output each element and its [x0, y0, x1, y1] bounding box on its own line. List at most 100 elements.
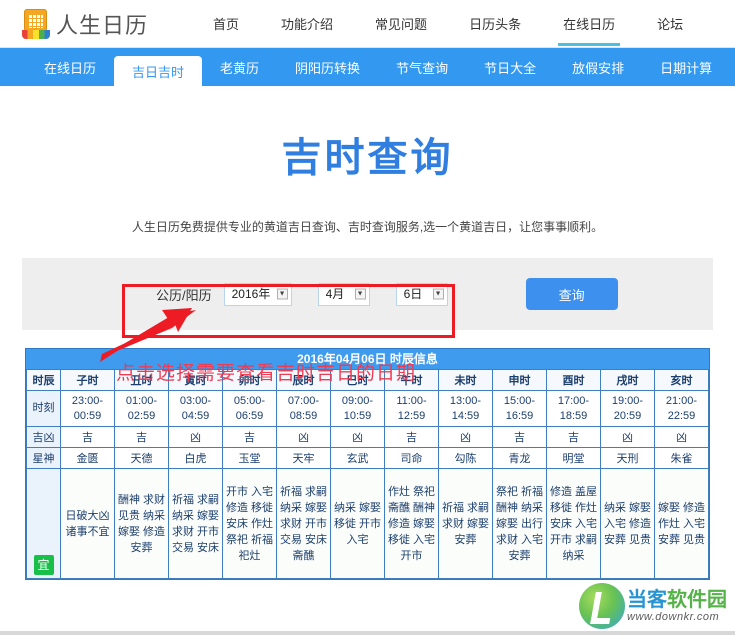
table-cell: 玄武	[330, 447, 385, 469]
table-cell: 吉	[546, 426, 601, 448]
year-select[interactable]: 2016年	[223, 282, 292, 306]
shike-end: 12:59	[397, 409, 426, 422]
table-cell: 09:00- 10:59	[330, 390, 385, 427]
table-cell: 天德	[114, 447, 169, 469]
day-select[interactable]: 6日	[395, 282, 448, 306]
site-logo[interactable]: 人生日历	[22, 0, 148, 47]
shike-start: 11:00-	[396, 394, 427, 407]
table-cell: 吉	[114, 426, 169, 448]
watermark: 当客软件园 www.downkr.com	[575, 577, 735, 635]
table-cell: 01:00- 02:59	[114, 390, 169, 427]
site-header: 人生日历 首页 功能介绍 常见问题 日历头条 在线日历 论坛	[0, 0, 735, 47]
subnav-item-date-calc[interactable]: 日期计算	[642, 48, 730, 86]
topnav-item-online-calendar[interactable]: 在线日历	[542, 0, 636, 47]
topnav-label: 常见问题	[375, 17, 428, 32]
table-row-shike: 时刻 23:00- 00:59 01:00- 02:59 03:00- 04:59 0…	[26, 390, 709, 427]
table-cell: 纳采 嫁娶 移徙 开市 入宅	[330, 468, 385, 579]
shike-start: 01:00-	[125, 394, 158, 407]
topnav-item-faq[interactable]: 常见问题	[354, 0, 448, 47]
hero-section: 吉时查询 人生日历免费提供专业的黄道吉日查询、吉时查询服务,选一个黄道吉日，让您…	[0, 86, 735, 235]
table-cell: 天刑	[600, 447, 655, 469]
shike-end: 08:59	[289, 409, 318, 422]
table-cell: 凶	[168, 426, 223, 448]
watermark-text-group: 当客软件园 www.downkr.com	[627, 589, 727, 623]
yi-badge: 宜	[33, 555, 54, 575]
table-cell: 金匮	[60, 447, 115, 469]
subnav-item-solar-terms[interactable]: 节气查询	[378, 48, 466, 86]
subnav-label: 节日大全	[484, 60, 537, 76]
shike-end: 00:59	[73, 409, 102, 422]
subnav-item-holidays[interactable]: 放假安排	[554, 48, 642, 86]
topnav-label: 论坛	[657, 17, 684, 32]
topnav-item-forum[interactable]: 论坛	[636, 0, 704, 47]
subnav-item-festivals[interactable]: 节日大全	[466, 48, 554, 86]
table-cell: 凶	[330, 426, 385, 448]
topnav-item-headlines[interactable]: 日历头条	[448, 0, 542, 47]
subnav-label: 在线日历	[44, 60, 97, 76]
subnav-label: 日期计算	[660, 60, 713, 76]
shike-start: 23:00-	[71, 394, 104, 407]
table-cell: 凶	[438, 426, 493, 448]
table-cell: 白虎	[168, 447, 223, 469]
watermark-title: 当客软件园	[627, 589, 727, 611]
table-cell: 戌时	[600, 369, 655, 391]
bottom-scrollbar[interactable]	[0, 631, 735, 635]
query-submit-button[interactable]: 查询	[525, 278, 618, 310]
shike-start: 09:00-	[341, 394, 374, 407]
shike-start: 07:00-	[287, 394, 320, 407]
annotation-text: 点击选择需要查看吉时吉日的日期	[116, 363, 417, 384]
page-root: 人生日历 首页 功能介绍 常见问题 日历头条 在线日历 论坛 在线日历 吉日吉时…	[0, 0, 735, 635]
table-cell: 吉	[222, 426, 277, 448]
shichen-table: 时辰 子时 丑时 寅时 卯时 辰时 巳时 午时 未时 申时 酉时 戌时 亥时 时…	[26, 369, 709, 579]
table-row-xingshen: 星神 金匮 天德 白虎 玉堂 天牢 玄武 司命 勾陈 青龙 明堂 天刑 朱雀	[26, 447, 709, 469]
table-cell: 祈福 求嗣 纳采 嫁娶 求财 开市 交易 安床 斋醮	[276, 468, 331, 579]
page-title: 吉时查询	[281, 136, 454, 180]
subnav-label: 节气查询	[396, 60, 449, 76]
table-row-jixiong: 吉凶 吉 吉 凶 吉 凶 凶 吉 凶 吉 吉 凶 凶	[26, 426, 709, 448]
table-cell: 05:00- 06:59	[222, 390, 277, 427]
subnav-label: 放假安排	[572, 60, 625, 76]
table-cell: 17:00- 18:59	[546, 390, 601, 427]
table-cell: 15:00- 16:59	[492, 390, 547, 427]
watermark-title-part2: 软件园	[667, 589, 727, 611]
shike-end: 20:59	[613, 409, 642, 422]
table-cell: 司命	[384, 447, 439, 469]
shike-start: 21:00-	[665, 394, 698, 407]
table-cell: 亥时	[654, 369, 709, 391]
subnav-label: 老黄历	[220, 60, 260, 76]
table-cell: 青龙	[492, 447, 547, 469]
subnav-item-auspicious-time[interactable]: 吉日吉时	[114, 56, 203, 86]
table-cell: 吉	[492, 426, 547, 448]
table-cell: 申时	[492, 369, 547, 391]
row-label-xingshen: 星神	[26, 447, 61, 469]
month-select[interactable]: 4月	[317, 282, 370, 306]
table-cell: 19:00- 20:59	[600, 390, 655, 427]
table-cell: 朱雀	[654, 447, 709, 469]
subnav-item-calendar-convert[interactable]: 阴阳历转换	[277, 48, 378, 86]
table-cell: 玉堂	[222, 447, 277, 469]
table-cell: 修造 盖屋 移徙 作灶 安床 入宅 开市 求嗣 纳采	[546, 468, 601, 579]
row-label-jixiong: 吉凶	[26, 426, 61, 448]
shike-end: 02:59	[127, 409, 156, 422]
shike-end: 04:59	[181, 409, 210, 422]
month-select-wrap: 4月 ▼	[317, 282, 370, 306]
topnav-item-home[interactable]: 首页	[192, 0, 260, 47]
table-row-yi: 宜 日破大凶 诸事不宜 酬神 求财 见贵 纳采 嫁娶 修造 安葬 祈福 求嗣 纳…	[26, 468, 709, 579]
shike-end: 10:59	[343, 409, 372, 422]
table-cell: 日破大凶 诸事不宜	[60, 468, 115, 579]
year-select-wrap: 2016年 ▼	[223, 282, 292, 306]
secondary-navigation: 在线日历 吉日吉时 老黄历 阴阳历转换 节气查询 节日大全 放假安排 日期计算	[0, 48, 735, 86]
subnav-item-almanac[interactable]: 老黄历	[202, 48, 277, 86]
topnav-item-features[interactable]: 功能介绍	[260, 0, 354, 47]
subnav-label: 吉日吉时	[132, 64, 185, 80]
table-cell: 吉	[60, 426, 115, 448]
subnav-item-online-calendar[interactable]: 在线日历	[26, 48, 114, 86]
table-cell: 吉	[384, 426, 439, 448]
table-cell: 开市 入宅 修造 移徙 安床 作灶 祭祀 祈福 祀灶	[222, 468, 277, 579]
shike-end: 22:59	[667, 409, 696, 422]
shike-start: 05:00-	[233, 394, 266, 407]
site-logo-text: 人生日历	[56, 12, 149, 38]
shike-start: 17:00-	[557, 394, 590, 407]
table-cell: 祈福 求嗣 求财 嫁娶 安葬	[438, 468, 493, 579]
table-cell: 11:00- 12:59	[384, 390, 439, 427]
